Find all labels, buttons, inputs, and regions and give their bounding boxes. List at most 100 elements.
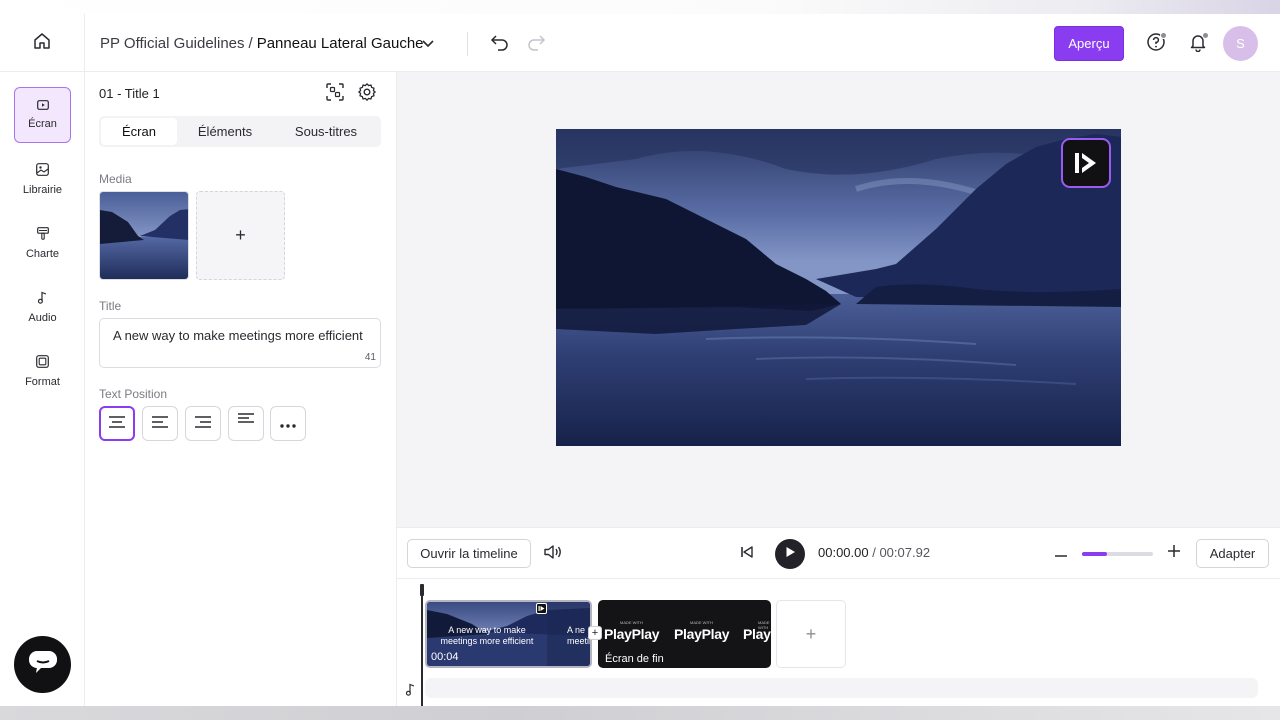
fit-timeline-button[interactable]: Adapter (1196, 539, 1269, 568)
breadcrumb-separator: / (248, 34, 253, 52)
nav-item-audio[interactable]: Audio (14, 279, 71, 335)
header-divider (467, 32, 468, 56)
title-label: Title (99, 299, 122, 313)
playhead[interactable] (421, 585, 423, 706)
text-position-label: Text Position (99, 387, 168, 401)
notification-dot (1202, 32, 1209, 39)
add-screen-button[interactable]: + (776, 600, 846, 668)
screen-settings-button[interactable] (356, 82, 378, 107)
minus-icon (1055, 544, 1067, 562)
timeline-clip-title[interactable]: A new way to make meetings more efficien… (425, 600, 592, 668)
total-time: 00:07.92 (879, 545, 931, 560)
made-with-text: MADE WITH (690, 620, 713, 625)
align-right-button[interactable] (185, 406, 221, 441)
align-top-button[interactable] (228, 406, 264, 441)
bottom-strip (0, 706, 1280, 720)
skip-back-icon (740, 545, 754, 564)
music-note-icon (37, 291, 48, 307)
more-icon (280, 415, 296, 433)
zoom-in-button[interactable] (1164, 543, 1184, 563)
nav-item-format[interactable]: Format (14, 343, 71, 399)
media-thumbnail[interactable] (99, 191, 189, 280)
zoom-out-button[interactable] (1051, 543, 1071, 563)
play-button[interactable] (775, 539, 805, 569)
redo-button[interactable] (524, 33, 548, 55)
gear-icon (357, 82, 377, 107)
resize-screen-button[interactable] (324, 82, 346, 105)
chat-icon (28, 650, 58, 679)
landscape-image (556, 129, 1121, 446)
preview-button[interactable]: Aperçu (1054, 26, 1124, 61)
help-button[interactable] (1144, 32, 1168, 56)
current-time: 00:00.00 (818, 545, 869, 560)
open-timeline-button[interactable]: Ouvrir la timeline (407, 539, 531, 568)
align-left-button[interactable] (142, 406, 178, 441)
plus-icon (1168, 544, 1180, 562)
nav-item-librairie[interactable]: Librairie (14, 151, 71, 207)
add-media-button[interactable]: + (196, 191, 285, 280)
playplay-wordmark: PlayPlay (674, 626, 730, 642)
align-center-button[interactable] (99, 406, 135, 441)
music-note-icon (403, 682, 417, 696)
project-name[interactable]: PP Official Guidelines (100, 35, 245, 52)
volume-button[interactable] (542, 543, 564, 565)
clip-logo-badge (536, 603, 547, 614)
undo-button[interactable] (488, 33, 512, 55)
chat-support-button[interactable] (14, 636, 71, 693)
clip-duration: 00:04 (431, 651, 459, 663)
char-count: 41 (364, 352, 376, 363)
video-preview[interactable] (556, 129, 1121, 446)
help-notification-dot (1160, 32, 1167, 39)
align-right-icon (194, 415, 212, 433)
title-field[interactable]: A new way to make meetings more efficien… (99, 318, 381, 368)
playplay-wordmark: PlayPlay (604, 626, 660, 642)
redo-icon (526, 33, 546, 56)
nav-item-label: Format (25, 375, 60, 388)
title-field-value: A new way to make meetings more efficien… (113, 328, 363, 343)
avatar[interactable]: S (1223, 26, 1258, 61)
skip-back-button[interactable] (737, 544, 757, 564)
page-name[interactable]: Panneau Lateral Gauche (257, 35, 424, 52)
clip-label: Écran de fin (605, 653, 664, 665)
tab-elements[interactable]: Éléments (177, 118, 273, 145)
tab-ecran[interactable]: Écran (101, 118, 177, 145)
screen-icon (36, 100, 49, 113)
zoom-slider[interactable] (1082, 552, 1153, 556)
library-icon (36, 162, 49, 179)
audio-track[interactable] (425, 678, 1258, 698)
play-icon (785, 545, 796, 563)
clip-caption: A new way to make meetings more efficien… (435, 625, 539, 647)
undo-icon (490, 33, 510, 56)
zoom-slider-fill (1082, 552, 1107, 556)
align-top-icon (237, 410, 255, 428)
playplay-logo (1061, 138, 1111, 188)
nav-item-ecran[interactable]: Écran (14, 87, 71, 143)
home-button[interactable] (0, 14, 85, 72)
nav-item-label: Charte (25, 247, 60, 260)
made-with-text: MADE WITH (620, 620, 643, 625)
page-menu-button[interactable] (418, 34, 438, 54)
align-center-icon (108, 415, 126, 433)
nav-item-label: Librairie (22, 183, 63, 196)
top-header: PP Official Guidelines / Panneau Lateral… (0, 14, 1280, 72)
clip-caption-line: meetings more efficient (440, 636, 534, 646)
time-separator: / (868, 545, 880, 560)
preview-canvas (397, 72, 1280, 527)
chevron-down-icon (422, 35, 434, 53)
nav-item-label: Audio (28, 311, 57, 324)
nav-item-label: Écran (28, 118, 57, 130)
align-left-icon (151, 415, 169, 433)
more-positions-button[interactable] (270, 406, 306, 441)
home-icon (32, 31, 52, 56)
brush-icon (36, 226, 49, 243)
insert-transition-button[interactable]: + (588, 626, 602, 640)
properties-panel: 01 - Title 1 Écran Éléments Sous-titres … (85, 72, 397, 706)
volume-icon (543, 543, 563, 566)
notifications-button[interactable] (1186, 32, 1210, 56)
clip-caption-line: A new way to make (448, 625, 526, 635)
timeline: A new way to make meetings more efficien… (397, 579, 1280, 706)
nav-item-charte[interactable]: Charte (14, 215, 71, 271)
tab-sous-titres[interactable]: Sous-titres (273, 118, 379, 145)
playback-controls: Ouvrir la timeline 00:00.00 / 00:07.92 A… (397, 527, 1280, 579)
timeline-clip-end-screen[interactable]: MADE WITH PlayPlay MADE WITH PlayPlay MA… (598, 600, 771, 668)
